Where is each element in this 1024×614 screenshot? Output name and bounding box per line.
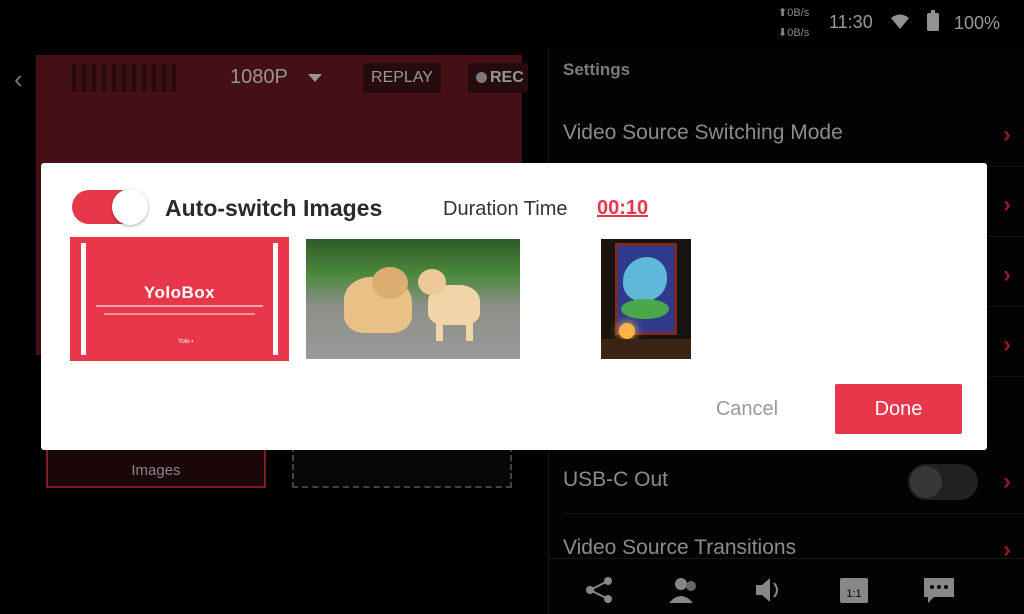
subtitle-line <box>104 313 255 315</box>
dog-puppy-head <box>418 269 446 295</box>
dog-adult-head <box>372 267 408 299</box>
auto-switch-toggle[interactable] <box>72 189 148 225</box>
stained-glass-bird <box>623 257 667 301</box>
lamp-light <box>619 323 635 339</box>
done-button[interactable]: Done <box>835 384 962 434</box>
image-thumbnail-yolobox[interactable]: YoloBox Yolo ▪ <box>70 237 289 361</box>
table-base <box>601 339 691 359</box>
image-thumbnail-dogs[interactable] <box>306 239 520 359</box>
cancel-button[interactable]: Cancel <box>705 385 789 433</box>
image-thumbnail-stained-glass[interactable] <box>601 239 691 359</box>
auto-switch-images-dialog: Auto-switch Images Duration Time 00:10 Y… <box>41 163 987 450</box>
yolobox-logo-mark: Yolo ▪ <box>178 339 194 345</box>
dog-leg <box>436 319 443 341</box>
dog-leg <box>466 319 473 341</box>
yolobox-slide: YoloBox Yolo ▪ <box>81 243 278 355</box>
subtitle-line <box>96 305 263 307</box>
auto-switch-label: Auto-switch Images <box>165 195 383 221</box>
yolobox-screen: ⬆0B/s ⬇0B/s 11:30 100% ‹ 1080P REPLAY RE… <box>0 0 1024 614</box>
duration-value[interactable]: 00:10 <box>597 197 648 220</box>
yolobox-title: YoloBox <box>143 283 216 302</box>
duration-label: Duration Time <box>443 198 568 220</box>
stained-glass-leaf <box>621 299 669 319</box>
